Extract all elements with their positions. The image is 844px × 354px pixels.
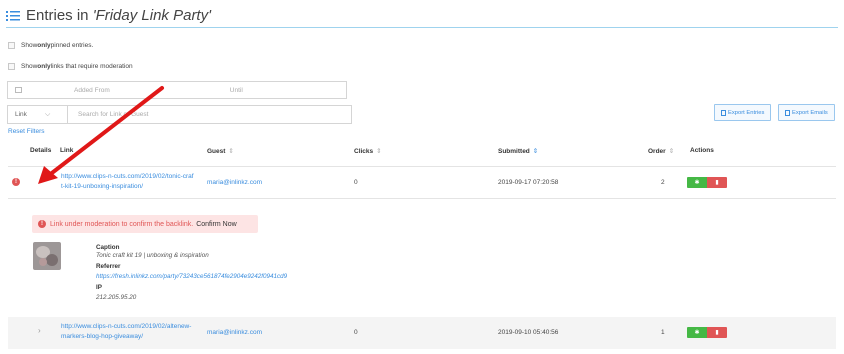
entry-link[interactable]: http://www.clips-n-cuts.com/2019/02/alte… xyxy=(61,322,211,342)
caption-value: Tonic craft kit 19 | unboxing & inspirat… xyxy=(96,252,209,259)
reset-filters-link[interactable]: Reset Filters xyxy=(8,128,44,135)
delete-button[interactable]: ▮ xyxy=(707,327,727,338)
chevron-down-icon: ⌵ xyxy=(44,110,51,118)
export-entries-button[interactable]: Export Entries xyxy=(714,104,772,121)
entry-detail-panel: ! Link under moderation to confirm the b… xyxy=(8,199,836,317)
confirm-now-link[interactable]: Confirm Now xyxy=(196,221,236,228)
moderation-alert: ! Link under moderation to confirm the b… xyxy=(32,215,258,233)
until-input[interactable]: Until xyxy=(230,87,243,94)
delete-button[interactable]: ▮ xyxy=(707,177,727,188)
referrer-link[interactable]: https://fresh.inlinkz.com/party/73243ce5… xyxy=(96,273,287,280)
calendar-icon xyxy=(15,87,22,93)
trash-icon: ▮ xyxy=(715,180,719,186)
document-icon xyxy=(785,109,790,116)
sort-icon: ⇕ xyxy=(228,148,234,155)
ip-label: IP xyxy=(96,284,102,291)
submitted-value: 2019-09-10 05:40:56 xyxy=(498,329,559,336)
moderation-only-checkbox[interactable] xyxy=(8,63,15,70)
column-header-actions: Actions xyxy=(690,147,714,154)
order-value: 1 xyxy=(661,329,665,336)
guest-email[interactable]: maria@inlinkz.com xyxy=(207,329,262,336)
order-value: 2 xyxy=(661,179,665,186)
date-range-filter[interactable]: Added From Until xyxy=(7,81,347,99)
pin-button[interactable]: ✱ xyxy=(687,177,707,188)
search-input[interactable] xyxy=(78,111,328,118)
warning-icon: ! xyxy=(12,178,20,186)
table-row: ! ⌄ http://www.clips-n-cuts.com/2019/02/… xyxy=(8,167,836,199)
collapse-toggle[interactable]: ⌄ xyxy=(38,175,45,184)
moderation-only-filter[interactable]: Show only links that require moderation xyxy=(8,63,133,70)
column-header-clicks[interactable]: Clicks ⇕ xyxy=(354,147,382,155)
pin-icon: ✱ xyxy=(694,330,700,336)
warning-icon: ! xyxy=(38,220,46,228)
expand-toggle[interactable]: › xyxy=(38,326,41,335)
clicks-value: 0 xyxy=(354,179,358,186)
column-header-order[interactable]: Order ⇕ xyxy=(648,147,674,155)
sort-active-icon: ⇕ xyxy=(532,148,539,155)
column-header-link: Link xyxy=(60,147,74,154)
entry-thumbnail xyxy=(33,242,61,270)
pinned-only-checkbox[interactable] xyxy=(8,42,15,49)
page-header: Entries in 'Friday Link Party' xyxy=(6,4,838,28)
sort-icon: ⇕ xyxy=(668,148,675,155)
submitted-value: 2019-09-17 07:20:58 xyxy=(498,179,559,186)
referrer-label: Referrer xyxy=(96,263,121,270)
column-header-details: Details xyxy=(30,147,52,154)
trash-icon: ▮ xyxy=(715,330,719,336)
document-icon xyxy=(721,109,726,116)
column-header-guest[interactable]: Guest ⇕ xyxy=(207,147,234,155)
search-field-select[interactable]: Link ⌵ xyxy=(8,106,68,123)
table-row: › http://www.clips-n-cuts.com/2019/02/al… xyxy=(8,317,836,349)
page-title: Entries in 'Friday Link Party' xyxy=(26,7,211,24)
entry-link[interactable]: http://www.clips-n-cuts.com/2019/02/toni… xyxy=(61,172,211,192)
search-bar: Link ⌵ xyxy=(7,105,352,124)
pin-button[interactable]: ✱ xyxy=(687,327,707,338)
party-name: 'Friday Link Party' xyxy=(92,7,211,24)
caption-label: Caption xyxy=(96,244,120,251)
added-from-input[interactable]: Added From xyxy=(74,87,110,94)
column-header-submitted[interactable]: Submitted ⇕ xyxy=(498,147,538,155)
pinned-only-filter[interactable]: Show only pinned entries. xyxy=(8,42,93,49)
sort-icon: ⇕ xyxy=(376,148,382,155)
ip-value: 212.205.95.20 xyxy=(96,294,137,301)
list-icon xyxy=(6,10,20,21)
guest-email[interactable]: maria@inlinkz.com xyxy=(207,179,262,186)
clicks-value: 0 xyxy=(354,329,358,336)
pin-icon: ✱ xyxy=(694,180,700,186)
export-emails-button[interactable]: Export Emails xyxy=(778,104,835,121)
